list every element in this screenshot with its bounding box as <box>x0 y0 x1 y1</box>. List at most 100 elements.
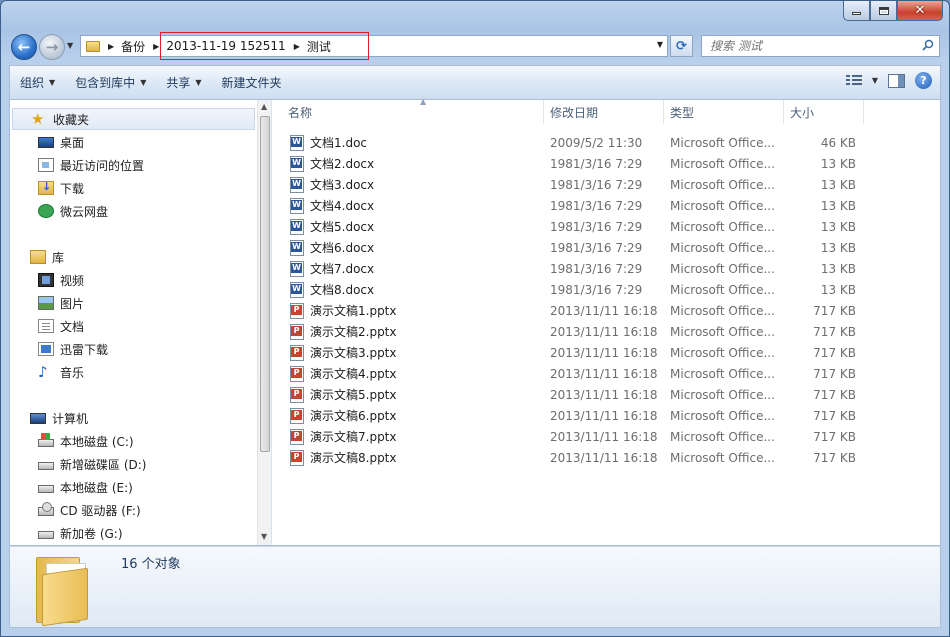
file-name: 文档5.docx <box>310 220 375 234</box>
forward-button[interactable]: → <box>39 34 65 60</box>
sidebar-item-drive-g[interactable]: 新加卷 (G:) <box>38 522 123 544</box>
minimize-icon <box>852 12 861 15</box>
view-options-icon[interactable] <box>845 74 862 87</box>
file-name-cell[interactable]: 文档7.docx <box>290 258 540 279</box>
table-row[interactable]: 演示文稿3.pptx 2013/11/11 16:18 Microsoft Offi… <box>272 342 940 363</box>
navigation-scrollbar[interactable]: ▲ ▼ <box>257 100 271 545</box>
table-row[interactable]: 文档8.docx 1981/3/16 7:29 Microsoft Office..… <box>272 279 940 300</box>
sidebar-item-pictures[interactable]: 图片 <box>38 292 84 314</box>
file-name-cell[interactable]: 文档5.docx <box>290 216 540 237</box>
sidebar-item-documents[interactable]: 文档 <box>38 315 84 337</box>
organize-button[interactable]: 组织 ▼ <box>10 71 65 95</box>
file-type: Microsoft Office... <box>670 345 775 360</box>
sidebar-item-desktop[interactable]: 桌面 <box>38 131 84 153</box>
sidebar-item-weiyun[interactable]: 微云网盘 <box>38 200 108 222</box>
file-name-cell[interactable]: 演示文稿4.pptx <box>290 363 540 384</box>
sidebar-item-drive-c[interactable]: 本地磁盘 (C:) <box>38 430 134 452</box>
sidebar-item-drive-f[interactable]: CD 驱动器 (F:) <box>38 499 141 521</box>
file-name-cell[interactable]: 文档3.docx <box>290 174 540 195</box>
table-row[interactable]: 演示文稿2.pptx 2013/11/11 16:18 Microsoft Offi… <box>272 321 940 342</box>
sidebar-favorites[interactable]: ★ 收藏夹 <box>12 108 255 130</box>
include-in-library-button[interactable]: 包含到库中 ▼ <box>65 71 156 95</box>
table-row[interactable]: 文档5.docx 1981/3/16 7:29 Microsoft Office..… <box>272 216 940 237</box>
address-dropdown-icon[interactable]: ▼ <box>657 40 663 49</box>
sidebar-item-videos[interactable]: 视频 <box>38 269 84 291</box>
sidebar-item-thunder[interactable]: 迅雷下载 <box>38 338 108 360</box>
command-bar: 组织 ▼ 包含到库中 ▼ 共享 ▼ 新建文件夹 ▼ ? <box>9 65 941 99</box>
sidebar-item-downloads[interactable]: 下载 <box>38 177 84 199</box>
column-header-name[interactable]: 名称 ▲ <box>282 97 544 124</box>
sidebar-item-drive-e[interactable]: 本地磁盘 (E:) <box>38 476 133 498</box>
back-button[interactable]: ← <box>11 34 37 60</box>
table-row[interactable]: 文档3.docx 1981/3/16 7:29 Microsoft Office..… <box>272 174 940 195</box>
history-dropdown-icon[interactable]: ▼ <box>67 41 73 50</box>
refresh-button[interactable]: ⟳ <box>670 35 693 57</box>
breadcrumb-item[interactable]: 备份 <box>121 38 145 55</box>
close-button[interactable]: ✕ <box>897 1 943 21</box>
minimize-button[interactable] <box>843 1 870 21</box>
file-name-cell[interactable]: 文档4.docx <box>290 195 540 216</box>
sidebar-computer[interactable]: 计算机 <box>12 407 255 429</box>
file-name-cell[interactable]: 演示文稿8.pptx <box>290 447 540 468</box>
help-icon[interactable]: ? <box>915 72 932 89</box>
scroll-up-icon[interactable]: ▲ <box>261 102 267 111</box>
computer-icon <box>30 412 46 424</box>
file-name-cell[interactable]: 演示文稿6.pptx <box>290 405 540 426</box>
sidebar-item-drive-d[interactable]: 新增磁碟區 (D:) <box>38 453 146 475</box>
table-row[interactable]: 文档1.doc 2009/5/2 11:30 Microsoft Office...… <box>272 132 940 153</box>
file-type: Microsoft Office... <box>670 303 775 318</box>
powerpoint-document-icon <box>290 407 304 424</box>
table-row[interactable]: 文档4.docx 1981/3/16 7:29 Microsoft Office..… <box>272 195 940 216</box>
column-header-label: 大小 <box>790 105 815 120</box>
share-button[interactable]: 共享 ▼ <box>156 71 211 95</box>
file-name-cell[interactable]: 演示文稿5.pptx <box>290 384 540 405</box>
file-name-cell[interactable]: 文档8.docx <box>290 279 540 300</box>
table-row[interactable]: 演示文稿7.pptx 2013/11/11 16:18 Microsoft Offi… <box>272 426 940 447</box>
explorer-window: ✕ ← → ▼ ▶ 备份 ▶ 2013-11-19 152511 ▶ 测试 ▼ … <box>0 0 950 637</box>
preview-pane-icon[interactable] <box>888 73 905 88</box>
arrow-left-icon: ← <box>17 38 31 56</box>
table-row[interactable]: 演示文稿4.pptx 2013/11/11 16:18 Microsoft Offi… <box>272 363 940 384</box>
file-name-cell[interactable]: 文档1.doc <box>290 132 540 153</box>
table-row[interactable]: 文档7.docx 1981/3/16 7:29 Microsoft Office..… <box>272 258 940 279</box>
table-row[interactable]: 文档2.docx 1981/3/16 7:29 Microsoft Office..… <box>272 153 940 174</box>
table-row[interactable]: 文档6.docx 1981/3/16 7:29 Microsoft Office..… <box>272 237 940 258</box>
sidebar-item-label: 音乐 <box>60 365 85 380</box>
file-date: 2013/11/11 16:18 <box>550 345 658 360</box>
table-row[interactable]: 演示文稿8.pptx 2013/11/11 16:18 Microsoft Offi… <box>272 447 940 468</box>
file-name-cell[interactable]: 演示文稿2.pptx <box>290 321 540 342</box>
word-document-icon <box>290 176 304 193</box>
file-type: Microsoft Office... <box>670 324 775 339</box>
file-name-cell[interactable]: 演示文稿7.pptx <box>290 426 540 447</box>
search-input[interactable] <box>710 39 910 53</box>
file-name-cell[interactable]: 演示文稿1.pptx <box>290 300 540 321</box>
column-header-size[interactable]: 大小 <box>784 100 864 124</box>
sidebar-item-recent[interactable]: 最近访问的位置 <box>38 154 144 176</box>
file-name-cell[interactable]: 文档6.docx <box>290 237 540 258</box>
chevron-right-icon[interactable]: ▶ <box>153 42 159 51</box>
search-box[interactable] <box>701 35 940 57</box>
table-row[interactable]: 演示文稿6.pptx 2013/11/11 16:18 Microsoft Offi… <box>272 405 940 426</box>
new-folder-button[interactable]: 新建文件夹 <box>212 71 292 95</box>
maximize-button[interactable] <box>870 1 897 21</box>
file-size: 13 KB <box>820 219 856 234</box>
sidebar-libraries[interactable]: 库 <box>12 246 255 268</box>
search-icon[interactable] <box>922 39 934 51</box>
column-header-date[interactable]: 修改日期 <box>544 100 664 124</box>
column-header-type[interactable]: 类型 <box>664 100 784 124</box>
view-dropdown-icon[interactable]: ▼ <box>872 76 878 85</box>
file-date: 2013/11/11 16:18 <box>550 387 658 402</box>
file-name-cell[interactable]: 文档2.docx <box>290 153 540 174</box>
file-size: 13 KB <box>820 261 856 276</box>
scrollbar-thumb[interactable] <box>260 116 270 452</box>
table-row[interactable]: 演示文稿1.pptx 2013/11/11 16:18 Microsoft Offi… <box>272 300 940 321</box>
file-type: Microsoft Office... <box>670 240 775 255</box>
table-row[interactable]: 演示文稿5.pptx 2013/11/11 16:18 Microsoft Offi… <box>272 384 940 405</box>
sidebar-item-music[interactable]: ♪ 音乐 <box>38 361 84 383</box>
music-note-icon: ♪ <box>38 363 48 381</box>
sidebar-item-label: 新增磁碟區 (D:) <box>60 457 147 472</box>
file-name: 文档6.docx <box>310 241 375 255</box>
scroll-down-icon[interactable]: ▼ <box>261 532 267 541</box>
file-name-cell[interactable]: 演示文稿3.pptx <box>290 342 540 363</box>
chevron-right-icon[interactable]: ▶ <box>108 42 114 51</box>
